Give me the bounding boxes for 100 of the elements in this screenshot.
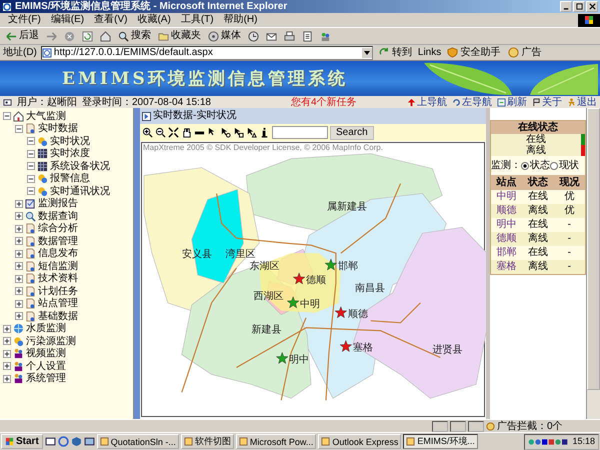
nav-link[interactable]: 刷新 (497, 96, 527, 108)
station-star-icon[interactable] (340, 340, 352, 352)
tree-item[interactable]: 系统管理 (26, 373, 66, 384)
station-star-icon[interactable] (287, 296, 300, 308)
tree-item[interactable]: 污染源监测 (26, 336, 76, 347)
expand-icon[interactable] (15, 300, 23, 308)
search-button[interactable]: Search (330, 126, 374, 140)
collapse-icon[interactable] (27, 174, 35, 183)
expand-icon[interactable] (3, 324, 11, 333)
station-star-icon[interactable] (293, 272, 306, 284)
taskbar-button[interactable]: EMIMS/环境... (403, 434, 478, 449)
close-button[interactable] (586, 1, 598, 12)
search-button[interactable]: 搜索 (116, 28, 153, 44)
tree-item[interactable]: 数据管理 (38, 236, 78, 247)
expand-icon[interactable] (3, 374, 11, 383)
tree-item[interactable]: 实时通讯状况 (50, 186, 110, 197)
collapse-icon[interactable] (3, 112, 11, 120)
history-button[interactable] (246, 28, 261, 44)
mail-icon[interactable] (84, 436, 95, 447)
taskbar-button[interactable]: QuotationSln -... (96, 434, 179, 449)
tree-item[interactable]: 实时状况 (50, 136, 90, 147)
menu-item[interactable]: 查看(V) (94, 14, 128, 26)
refresh-button[interactable] (80, 28, 95, 44)
station-link[interactable]: 塞格 (491, 260, 522, 274)
go-button[interactable]: 转到 (376, 45, 414, 60)
tree-item[interactable]: 技术资料 (38, 273, 78, 284)
taskbar-button[interactable]: Outlook Express (318, 434, 402, 449)
menu-item[interactable]: 工具(T) (180, 14, 214, 26)
tree-item[interactable]: 数据查询 (38, 210, 78, 222)
expand-icon[interactable] (15, 212, 23, 220)
browser-icon[interactable] (58, 436, 69, 447)
tree-item[interactable]: 实时浓度 (50, 148, 90, 160)
select-rect-icon[interactable] (233, 127, 244, 138)
splitter-handle[interactable] (134, 108, 140, 419)
nav-link[interactable]: 上导航 (407, 96, 447, 108)
expand-icon[interactable] (3, 362, 11, 370)
expand-icon[interactable] (15, 262, 23, 270)
station-link[interactable]: 明中 (491, 218, 522, 232)
station-star-icon[interactable] (324, 258, 337, 270)
full-extent-icon[interactable] (168, 127, 179, 138)
zoom-out-icon[interactable] (155, 127, 166, 138)
tree-item[interactable]: 站点管理 (38, 298, 78, 310)
tree-item[interactable]: 监测报告 (38, 198, 78, 210)
expand-icon[interactable] (15, 250, 23, 258)
menu-item[interactable]: 文件(F) (8, 14, 41, 26)
menu-item[interactable]: 帮助(H) (224, 14, 258, 26)
tree-item[interactable]: 信息发布 (38, 248, 78, 260)
tree-item[interactable]: 综合分析 (38, 223, 78, 234)
collapse-icon[interactable] (27, 187, 35, 196)
station-link[interactable]: 德顺 (491, 232, 522, 246)
ads-button[interactable]: 广告 (506, 45, 544, 60)
tree-item[interactable]: 基础数据 (38, 310, 78, 322)
tree-item[interactable]: 报警信息 (50, 173, 90, 184)
address-field[interactable]: http://127.0.0.1/EMIMS/default.aspx (40, 46, 373, 60)
tree-item[interactable]: 短信监测 (38, 260, 78, 272)
home-button[interactable] (98, 28, 113, 44)
station-star-icon[interactable] (276, 352, 288, 364)
nav-link[interactable]: 关于 (532, 96, 562, 108)
dropdown-icon[interactable] (362, 48, 372, 58)
expand-icon[interactable] (3, 350, 11, 358)
expand-icon[interactable] (15, 274, 23, 283)
tree-item[interactable]: 视频监测 (26, 348, 66, 360)
new-task-notice[interactable]: 您有4个新任务 (290, 96, 357, 108)
radio-option[interactable]: 现状 (550, 160, 579, 171)
start-button[interactable]: Start (1, 434, 43, 449)
media-button[interactable]: 媒体 (206, 28, 243, 44)
taskbar-button[interactable]: 软件切图 (180, 434, 234, 449)
tree-item[interactable]: 大气监测 (26, 110, 66, 122)
select-circle-icon[interactable] (220, 127, 231, 138)
desktop-icon[interactable] (44, 436, 56, 447)
maximize-button[interactable] (573, 1, 585, 12)
splitter-handle[interactable] (486, 108, 490, 419)
collapse-icon[interactable] (27, 162, 35, 170)
expand-icon[interactable] (3, 337, 11, 346)
shield-icon[interactable] (70, 436, 82, 447)
print-button[interactable] (282, 28, 297, 44)
nav-link[interactable]: 退出 (567, 96, 597, 108)
pan-hand-icon[interactable] (181, 127, 192, 138)
expand-icon[interactable] (15, 200, 23, 208)
station-link[interactable]: 中明 (491, 190, 522, 204)
taskbar-button[interactable]: Microsoft Pow... (236, 434, 316, 449)
select-polygon-icon[interactable] (246, 127, 257, 138)
links-label[interactable]: Links (418, 46, 442, 58)
map-search-field[interactable] (272, 126, 328, 139)
expand-icon[interactable] (15, 312, 23, 320)
info-icon[interactable] (259, 127, 270, 138)
menu-item[interactable]: 收藏(A) (137, 14, 171, 26)
tree-item[interactable]: 水质监测 (26, 323, 66, 334)
scrollbar[interactable] (586, 108, 600, 419)
tree-item[interactable]: 系统设备状况 (50, 160, 110, 172)
station-star-icon[interactable] (334, 306, 347, 318)
tree-item[interactable]: 实时数据 (38, 123, 78, 134)
minimize-button[interactable] (560, 1, 572, 12)
security-helper-button[interactable]: 安全助手 (445, 45, 502, 60)
nav-link[interactable]: 左导航 (452, 96, 492, 108)
favorites-button[interactable]: 收藏夹 (156, 28, 203, 44)
station-link[interactable]: 顺德 (491, 204, 522, 218)
zoom-in-icon[interactable] (142, 127, 153, 138)
expand-icon[interactable] (15, 287, 23, 296)
tree-item[interactable]: 个人设置 (26, 360, 66, 372)
